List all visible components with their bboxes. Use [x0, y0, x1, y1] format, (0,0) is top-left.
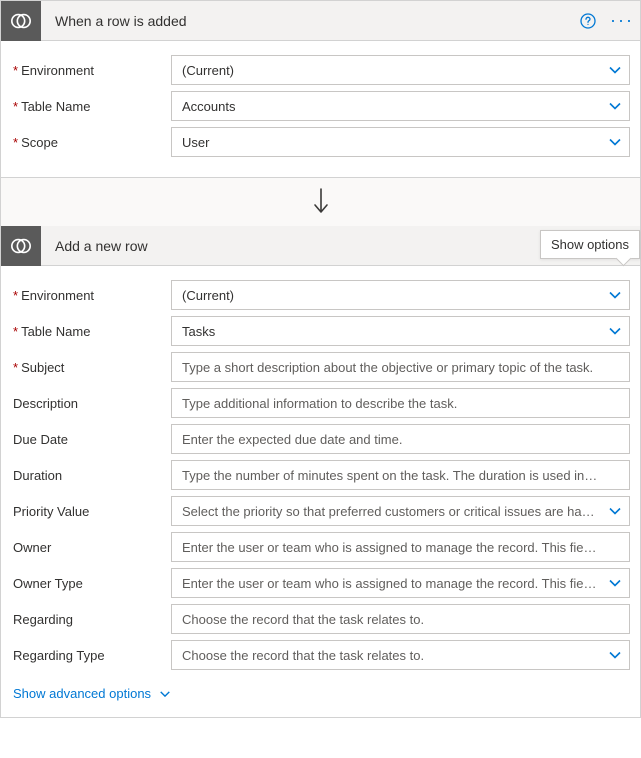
regarding-label: Regarding	[11, 612, 171, 627]
environment-label: Environment	[11, 63, 171, 78]
trigger-card: When a row is added ··· Environment Tabl…	[0, 0, 641, 178]
duedate-input[interactable]	[171, 424, 630, 454]
scope-label: Scope	[11, 135, 171, 150]
environment-label: Environment	[11, 288, 171, 303]
ownertype-select[interactable]	[171, 568, 630, 598]
description-label: Description	[11, 396, 171, 411]
owner-input[interactable]	[171, 532, 630, 562]
table-label: Table Name	[11, 324, 171, 339]
trigger-header[interactable]: When a row is added ···	[1, 1, 640, 41]
regardingtype-label: Regarding Type	[11, 648, 171, 663]
flow-arrow	[0, 178, 641, 226]
advanced-options-label: Show advanced options	[13, 686, 151, 701]
priority-label: Priority Value	[11, 504, 171, 519]
show-options-tooltip: Show options	[540, 230, 640, 259]
scope-select[interactable]	[171, 127, 630, 157]
show-advanced-options[interactable]: Show advanced options	[11, 676, 630, 703]
table-label: Table Name	[11, 99, 171, 114]
environment-select[interactable]	[171, 55, 630, 85]
table-select[interactable]	[171, 91, 630, 121]
more-icon[interactable]: ···	[604, 10, 640, 31]
regarding-input[interactable]	[171, 604, 630, 634]
dataverse-icon	[1, 1, 41, 41]
owner-label: Owner	[11, 540, 171, 555]
action-card: Add a new row ··· Show options Environme…	[0, 226, 641, 718]
dataverse-icon	[1, 226, 41, 266]
action-title: Add a new row	[41, 238, 572, 254]
environment-select[interactable]	[171, 280, 630, 310]
help-icon[interactable]	[572, 13, 604, 29]
duration-label: Duration	[11, 468, 171, 483]
subject-label: Subject	[11, 360, 171, 375]
regardingtype-select[interactable]	[171, 640, 630, 670]
duration-input[interactable]	[171, 460, 630, 490]
chevron-down-icon	[159, 688, 171, 700]
priority-select[interactable]	[171, 496, 630, 526]
ownertype-label: Owner Type	[11, 576, 171, 591]
description-input[interactable]	[171, 388, 630, 418]
subject-input[interactable]	[171, 352, 630, 382]
trigger-title: When a row is added	[41, 13, 572, 29]
duedate-label: Due Date	[11, 432, 171, 447]
table-select[interactable]	[171, 316, 630, 346]
